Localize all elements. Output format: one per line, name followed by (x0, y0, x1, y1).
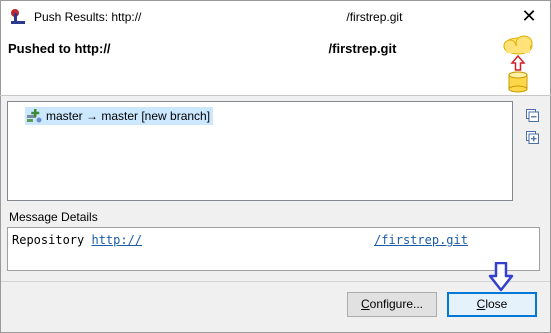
message-prefix: Repository (12, 233, 92, 247)
configure-button[interactable]: Configure... (347, 292, 437, 317)
window-title: Push Results: http:///firstrep.git (34, 10, 403, 24)
collapse-all-icon[interactable] (526, 109, 539, 122)
page-title: Pushed to http:///firstrep.git (8, 41, 397, 56)
branch-add-icon (27, 109, 42, 123)
close-button[interactable]: Close (447, 292, 537, 317)
repository-link[interactable]: http:///firstrep.git (91, 233, 468, 247)
cloud-push-database-icon (503, 35, 533, 93)
app-icon (11, 9, 25, 24)
expand-all-icon[interactable] (526, 131, 539, 144)
header-banner: Pushed to http:///firstrep.git (0, 31, 551, 96)
message-details-box[interactable]: Repository http:///firstrep.git (7, 227, 540, 271)
button-bar-divider (1, 281, 550, 282)
tree-row[interactable]: master → master [new branch] (25, 107, 214, 125)
push-results-tree[interactable]: master → master [new branch] (7, 101, 513, 201)
down-arrow-icon (488, 262, 514, 292)
tree-row-label: master → master [new branch] (46, 109, 211, 123)
title-bar: Push Results: http:///firstrep.git ✕ (0, 0, 551, 31)
message-details-label: Message Details (9, 210, 98, 224)
close-window-icon[interactable]: ✕ (518, 5, 540, 27)
